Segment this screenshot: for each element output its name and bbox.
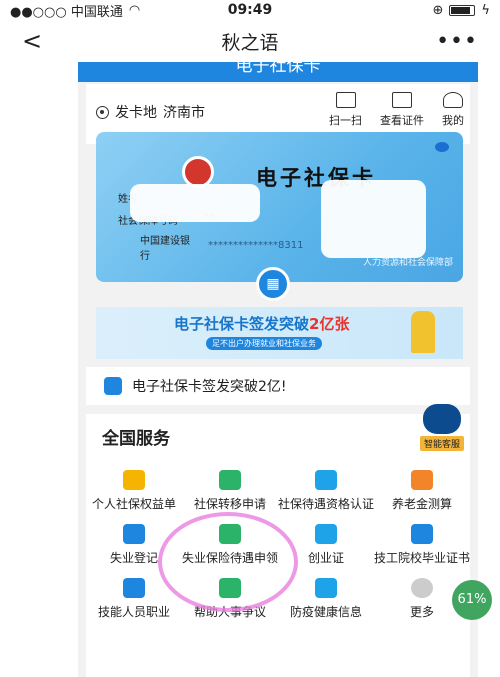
health-icon <box>315 578 337 598</box>
page-title: 秋之语 <box>221 31 279 54</box>
progress-badge[interactable]: 61% <box>452 580 492 620</box>
calculator-icon <box>411 470 433 490</box>
services-title: 全国服务 <box>102 429 170 449</box>
service-item[interactable]: 社保待遇资格认证 <box>278 470 374 512</box>
more-icon <box>411 578 433 598</box>
card-location[interactable]: 发卡地 济南市 <box>96 102 205 122</box>
profile-button[interactable]: 我的 <box>442 92 464 128</box>
bank-label: 中国建设银行 <box>140 236 190 262</box>
mini-program-view: 电子社保卡 发卡地 济南市 扫一扫 查看证件 我的 电子社保卡 姓名 中国建设银… <box>78 62 478 677</box>
service-item[interactable]: 失业登记 <box>86 524 182 566</box>
bank-number: **************8311 <box>208 240 304 251</box>
service-item[interactable]: 技能人员职业 <box>86 578 182 620</box>
transfer-icon <box>219 470 241 490</box>
privacy-blur <box>130 184 260 222</box>
id-card-icon <box>392 92 412 108</box>
notification-icon <box>104 377 122 395</box>
banner-subtitle: 足不出户办理就业和社保业务 <box>206 337 322 350</box>
service-grid: 个人社保权益单 社保转移申请 社保待遇资格认证 养老金测算 失业登记 失业保险待… <box>86 470 470 620</box>
certificate-icon <box>411 524 433 544</box>
location-city: 济南市 <box>163 105 205 121</box>
promo-banner[interactable]: 电子社保卡签发突破2亿张 足不出户办理就业和社保业务 <box>96 307 463 359</box>
nav-bar: < 秋之语 ••• <box>0 20 500 62</box>
service-item[interactable]: 帮助人事争议 <box>182 578 278 620</box>
eye-icon[interactable] <box>435 142 449 152</box>
qr-code-button[interactable]: ▦ <box>256 267 290 301</box>
social-security-card[interactable]: 电子社保卡 姓名 社会保障号码 ** 中国建设银行 **************… <box>96 132 463 282</box>
scan-icon <box>335 92 356 108</box>
location-pin-icon <box>96 105 109 119</box>
view-certificate-button[interactable]: 查看证件 <box>380 92 424 128</box>
service-item[interactable]: 技工院校毕业证书 <box>374 524 470 566</box>
startup-icon <box>315 524 337 544</box>
card-issuer: 人力资源和社会保障部 <box>362 258 453 268</box>
service-item[interactable]: 社保转移申请 <box>182 470 278 512</box>
photo-blur <box>321 180 426 258</box>
quick-actions: 扫一扫 查看证件 我的 <box>329 92 464 128</box>
benefit-icon <box>219 524 241 544</box>
status-bar: ●●○○○ 中国联通 ◠ 09:49 ⊕ ϟ <box>0 0 500 20</box>
alarm-icon: ⊕ <box>432 2 444 18</box>
service-item[interactable]: 创业证 <box>278 524 374 566</box>
user-icon <box>443 92 463 108</box>
back-button[interactable]: < <box>22 27 42 55</box>
page-header: 电子社保卡 <box>78 62 478 82</box>
notice-text: 电子社保卡签发突破2亿! <box>132 379 287 395</box>
unemployment-icon <box>123 524 145 544</box>
scan-button[interactable]: 扫一扫 <box>329 92 362 128</box>
location-label: 发卡地 <box>115 105 157 121</box>
service-item[interactable]: 防疫健康信息 <box>278 578 374 620</box>
national-services: 全国服务 智能客服 个人社保权益单 社保转移申请 社保待遇资格认证 养老金测算 <box>86 404 470 677</box>
service-item[interactable]: 养老金测算 <box>374 470 470 512</box>
shield-icon <box>123 470 145 490</box>
battery-icon <box>449 4 476 16</box>
charging-icon: ϟ <box>481 2 490 18</box>
notice-bar[interactable]: 电子社保卡签发突破2亿! <box>86 367 470 405</box>
service-item[interactable]: 个人社保权益单 <box>86 470 182 512</box>
face-scan-icon <box>315 470 337 490</box>
celebration-figure-icon <box>411 311 435 353</box>
more-button[interactable]: ••• <box>436 29 478 54</box>
banner-text: 电子社保卡签发突破2亿张 <box>174 315 350 333</box>
clock: 09:49 <box>227 2 273 18</box>
skill-icon <box>123 578 145 598</box>
dispute-icon <box>219 578 241 598</box>
robot-icon <box>422 404 461 434</box>
smart-assistant-button[interactable]: 智能客服 <box>419 404 464 451</box>
service-item[interactable]: 失业保险待遇申领 <box>182 524 278 566</box>
